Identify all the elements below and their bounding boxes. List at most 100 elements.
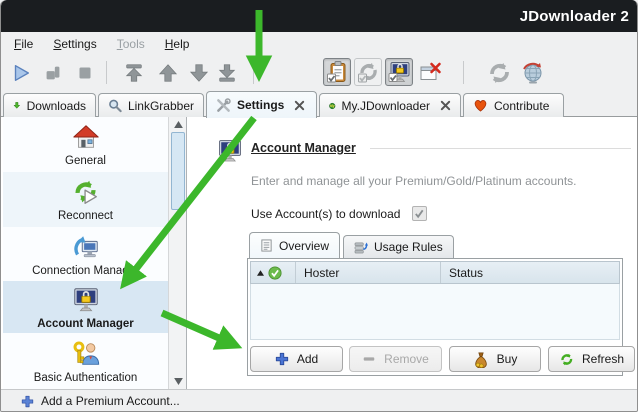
sidebar-item-connection-manager[interactable]: Connection Manager: [3, 227, 168, 281]
sync-toggle-icon[interactable]: [354, 58, 382, 86]
plus-icon: [275, 352, 289, 366]
home-icon: [71, 122, 101, 152]
move-top-icon[interactable]: [122, 61, 146, 85]
play-icon[interactable]: [9, 61, 33, 85]
reconnect-icon[interactable]: [485, 61, 513, 85]
sidebar-item-label: General: [65, 155, 106, 167]
buy-button[interactable]: Buy: [449, 346, 541, 372]
account-manager-header-icon: [216, 137, 244, 168]
tab-settings[interactable]: Settings: [206, 91, 317, 118]
settings-sidebar: General Reconnect Con: [3, 117, 187, 389]
refresh-button[interactable]: Refresh: [548, 346, 635, 372]
svg-text:My: My: [330, 104, 335, 108]
title-rule: [370, 148, 631, 149]
close-icon[interactable]: [440, 100, 451, 111]
magnifier-icon: [108, 98, 122, 113]
tab-downloads[interactable]: Downloads: [3, 93, 96, 117]
settings-content: General Reconnect Con: [1, 117, 638, 389]
column-hoster[interactable]: Hoster: [295, 262, 440, 283]
menu-settings[interactable]: Settings: [50, 35, 99, 53]
subtab-label: Overview: [279, 239, 329, 253]
page-description: Enter and manage all your Premium/Gold/P…: [251, 174, 577, 188]
scrollbar-thumb[interactable]: [171, 132, 185, 210]
jdownloader-window: JDownloader 2 File Settings Tools Help: [0, 0, 638, 412]
button-label: Buy: [497, 352, 518, 366]
sidebar-item-label: Reconnect: [58, 210, 113, 222]
close-icon[interactable]: [294, 100, 305, 111]
button-label: Remove: [384, 352, 429, 366]
update-globe-icon[interactable]: [519, 61, 547, 85]
toolbar-separator: [106, 61, 107, 84]
tab-contribute[interactable]: Contribute: [463, 93, 564, 117]
menu-help[interactable]: Help: [162, 35, 193, 53]
key-user-icon: [71, 339, 101, 369]
use-accounts-checkbox[interactable]: [412, 206, 427, 221]
minus-icon: [362, 352, 376, 366]
table-body-empty[interactable]: [250, 284, 620, 340]
window-title: JDownloader 2: [520, 8, 629, 25]
column-enabled[interactable]: [251, 266, 295, 280]
remove-button[interactable]: Remove: [349, 346, 442, 372]
sidebar-item-label: Basic Authentication: [34, 372, 138, 384]
sidebar-scrollbar[interactable]: [168, 117, 186, 389]
column-status[interactable]: Status: [440, 262, 619, 283]
subtab-overview[interactable]: Overview: [249, 232, 340, 258]
account-manager-panel: Account Manager Enter and manage all you…: [188, 117, 638, 389]
tab-label: Downloads: [27, 99, 86, 113]
toolbar: [1, 55, 638, 90]
scroll-down-icon[interactable]: [170, 375, 186, 388]
myjd-logo-icon: My: [329, 98, 336, 114]
move-bottom-icon[interactable]: [215, 61, 239, 85]
download-arrow-icon: [13, 98, 21, 113]
sidebar-item-account-manager[interactable]: Account Manager: [3, 281, 168, 333]
tools-icon: [216, 98, 231, 113]
subtab-label: Usage Rules: [374, 240, 443, 254]
sidebar-item-label: Account Manager: [37, 318, 134, 330]
tab-label: LinkGrabber: [128, 99, 194, 113]
tab-linkgrabber[interactable]: LinkGrabber: [98, 93, 204, 117]
refresh-icon: [559, 352, 574, 367]
scroll-up-icon[interactable]: [170, 118, 186, 131]
status-bar[interactable]: Add a Premium Account...: [1, 389, 638, 412]
move-up-icon[interactable]: [156, 61, 180, 85]
page-title: Account Manager: [251, 141, 356, 155]
plus-icon: [21, 395, 34, 408]
monitor-lock-icon: [71, 285, 101, 315]
menu-file[interactable]: File: [11, 35, 36, 53]
pause-icon[interactable]: [41, 61, 65, 85]
menu-tools: Tools: [114, 35, 148, 53]
title-bar[interactable]: JDownloader 2: [1, 0, 638, 32]
add-button[interactable]: Add: [250, 346, 343, 372]
sidebar-item-basic-authentication[interactable]: Basic Authentication: [3, 333, 168, 389]
tab-label: Settings: [237, 98, 284, 112]
toolbar-separator: [463, 61, 464, 84]
accounts-table-panel: Hoster Status Add Remove: [247, 258, 623, 376]
overview-list-icon: [260, 239, 273, 252]
clipboard-observer-icon[interactable]: [323, 58, 351, 86]
subtab-usage-rules[interactable]: Usage Rules: [343, 235, 454, 258]
reconnect-green-icon: [71, 177, 101, 207]
enabled-check-icon: [268, 266, 282, 280]
button-label: Refresh: [582, 352, 624, 366]
window-close-icon[interactable]: [416, 61, 444, 85]
moneybag-icon: [473, 351, 489, 368]
monitor-lock-toggle-icon[interactable]: [385, 58, 413, 86]
usage-rules-icon: [354, 241, 368, 254]
tab-myjdownloader[interactable]: My My.JDownloader: [319, 93, 461, 117]
view-tabbar: Downloads LinkGrabber Settings My My.JDo…: [1, 90, 638, 117]
button-label: Add: [297, 352, 318, 366]
move-down-icon[interactable]: [187, 61, 211, 85]
table-header: Hoster Status: [250, 261, 620, 284]
add-premium-account-link[interactable]: Add a Premium Account...: [41, 394, 180, 408]
account-actions: Add Remove Buy: [248, 346, 624, 374]
sidebar-item-label: Connection Manager: [32, 265, 139, 277]
sidebar-item-reconnect[interactable]: Reconnect: [3, 172, 168, 227]
check-icon: [414, 208, 425, 219]
tab-label: Contribute: [494, 99, 549, 113]
sidebar-item-general[interactable]: General: [3, 117, 168, 172]
use-accounts-label: Use Account(s) to download: [251, 207, 400, 221]
account-subtabs: Overview Usage Rules: [249, 232, 457, 258]
tab-label: My.JDownloader: [342, 99, 430, 113]
sort-ascending-icon: [257, 270, 264, 276]
stop-icon[interactable]: [73, 61, 97, 85]
